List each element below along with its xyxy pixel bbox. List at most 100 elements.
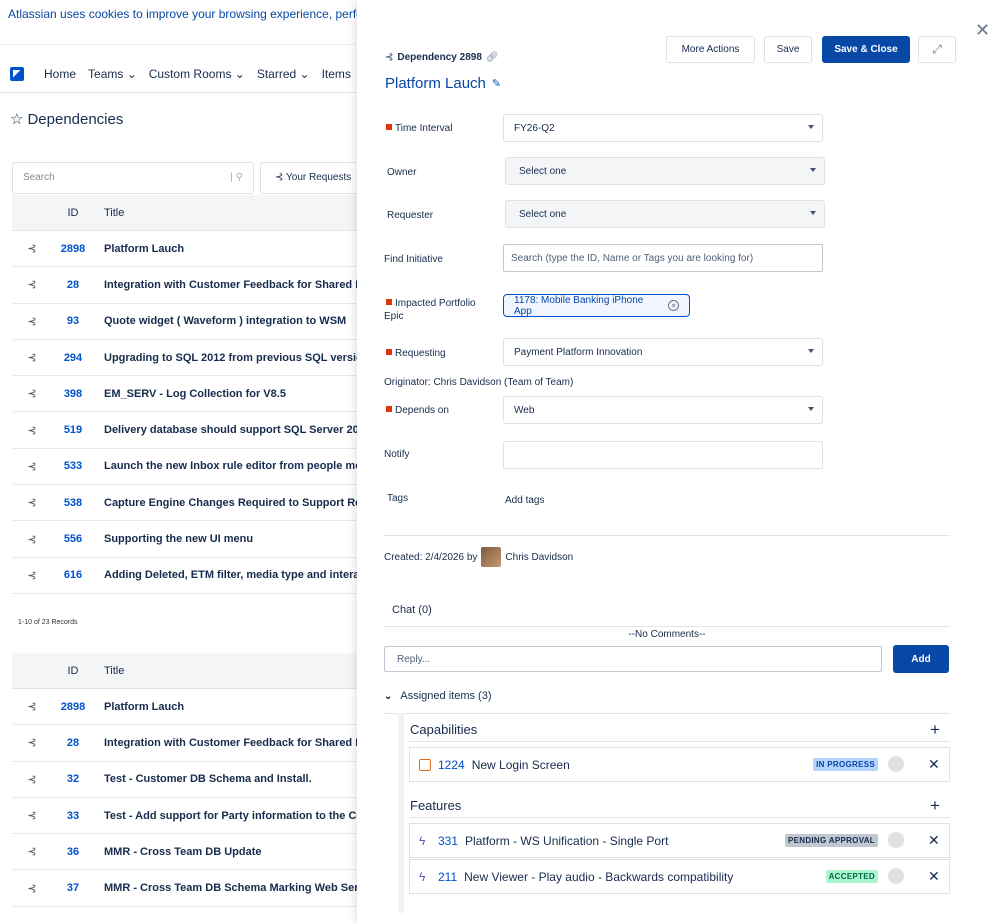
app-logo-icon[interactable] [10, 66, 24, 81]
table-row[interactable]: ⊰ 519 Delivery database should support SQL… [12, 412, 412, 449]
nav-starred[interactable]: Starred ⌄ [257, 67, 310, 81]
row-title[interactable]: Test - Customer DB Schema and Install. [94, 773, 394, 785]
table-row[interactable]: ⊰ 32 Test - Customer DB Schema and Install… [12, 762, 412, 798]
link-icon[interactable]: 🔗︎ [486, 52, 499, 63]
save-close-button[interactable]: Save & Close [822, 36, 910, 63]
row-id[interactable]: 32 [52, 773, 94, 785]
close-icon[interactable]: ✕ [975, 20, 990, 41]
table-row[interactable]: ⊰ 533 Launch the new Inbox rule editor fro… [12, 449, 412, 486]
created-user[interactable]: Chris Davidson [505, 551, 573, 564]
row-id[interactable]: 519 [52, 424, 94, 436]
row-title[interactable]: EM_SERV - Log Collection for V8.5 [94, 388, 394, 400]
owner-select[interactable]: Select one [505, 157, 825, 185]
table-row[interactable]: ⊰ 28 Integration with Customer Feedback fo… [12, 725, 412, 762]
add-feature-icon[interactable]: + [930, 797, 940, 814]
column-id-header[interactable]: ID [52, 207, 94, 219]
row-title[interactable]: Quote widget ( Waveform ) integration to… [94, 315, 394, 327]
item-id-link[interactable]: 331 [438, 834, 458, 848]
table-row[interactable]: ⊰ 2898 Platform Lauch [12, 231, 412, 268]
table-row[interactable]: ⊰ 37 MMR - Cross Team DB Schema Marking We… [12, 870, 412, 907]
nav-items[interactable]: Items [322, 67, 351, 81]
row-id[interactable]: 616 [52, 569, 94, 581]
expand-icon[interactable]: ⤢ [918, 36, 956, 63]
row-id[interactable]: 294 [52, 352, 94, 364]
table-row[interactable]: ⊰ 294 Upgrading to SQL 2012 from previous … [12, 340, 412, 377]
requester-select[interactable]: Select one [505, 200, 825, 228]
row-id[interactable]: 36 [52, 846, 94, 858]
row-title[interactable]: Integration with Customer Feedback for S… [94, 737, 394, 749]
row-title[interactable]: Platform Lauch [94, 243, 394, 255]
row-title[interactable]: Test - Add support for Party information… [94, 810, 394, 822]
row-id[interactable]: 93 [52, 315, 94, 327]
more-actions-button[interactable]: More Actions [666, 36, 755, 63]
table-row[interactable]: ⊰ 36 MMR - Cross Team DB Update [12, 834, 412, 871]
assigned-items-title: Assigned items (3) [400, 690, 492, 702]
column-title-header[interactable]: Title [94, 207, 394, 219]
impacted-epic-chip[interactable]: 1178: Mobile Banking iPhone App ✕ [503, 294, 690, 317]
row-id[interactable]: 538 [52, 497, 94, 509]
find-initiative-input[interactable]: Search (type the ID, Name or Tags you ar… [503, 244, 823, 272]
row-id[interactable]: 556 [52, 533, 94, 545]
table-row[interactable]: ⊰ 556 Supporting the new UI menu [12, 521, 412, 558]
row-id[interactable]: 37 [52, 882, 94, 894]
row-id[interactable]: 28 [52, 737, 94, 749]
item-name[interactable]: Platform - WS Unification - Single Port [465, 834, 668, 848]
row-title[interactable]: Platform Lauch [94, 701, 394, 713]
row-title[interactable]: Adding Deleted, ETM filter, media type a… [94, 569, 394, 581]
notify-input[interactable] [503, 441, 823, 469]
table-row[interactable]: ⊰ 616 Adding Deleted, ETM filter, media ty… [12, 558, 412, 594]
row-title[interactable]: MMR - Cross Team DB Update [94, 846, 394, 858]
dependency-title-text[interactable]: Platform Lauch [385, 75, 486, 92]
item-id-link[interactable]: 1224 [438, 758, 465, 772]
row-title[interactable]: Delivery database should support SQL Ser… [94, 424, 394, 436]
chat-title[interactable]: Chat (0) [392, 604, 432, 617]
add-capability-icon[interactable]: + [930, 721, 940, 738]
table-header: ID Title [12, 653, 412, 689]
add-tags-link[interactable]: Add tags [505, 494, 544, 507]
assigned-items-toggle[interactable]: ⌄ Assigned items (3) [384, 690, 491, 703]
row-id[interactable]: 28 [52, 279, 94, 291]
remove-item-icon[interactable]: ✕ [928, 756, 940, 773]
row-title[interactable]: Launch the new Inbox rule editor from pe… [94, 460, 394, 472]
item-id-link[interactable]: 211 [438, 870, 457, 884]
nav-teams[interactable]: Teams ⌄ [88, 67, 137, 81]
table-row[interactable]: ⊰ 28 Integration with Customer Feedback fo… [12, 267, 412, 304]
star-icon[interactable]: ☆ [10, 110, 23, 128]
remove-item-icon[interactable]: ✕ [928, 832, 940, 849]
search-input[interactable]: Search | ⚲ [12, 162, 254, 194]
column-title-header[interactable]: Title [94, 665, 394, 677]
row-title[interactable]: Integration with Customer Feedback for S… [94, 279, 394, 291]
reply-input[interactable]: Reply... [384, 646, 882, 672]
requesting-select[interactable]: Payment Platform Innovation [503, 338, 823, 366]
row-title[interactable]: Capture Engine Changes Required to Suppo… [94, 497, 394, 509]
add-comment-button[interactable]: Add [893, 645, 949, 673]
dependencies-table-2: ID Title ⊰ 2898 Platform Lauch ⊰ 28 Integrati… [12, 653, 412, 907]
row-id[interactable]: 2898 [52, 701, 94, 713]
search-icon[interactable]: | ⚲ [230, 172, 243, 183]
column-id-header[interactable]: ID [52, 665, 94, 677]
depends-on-select[interactable]: Web [503, 396, 823, 424]
row-id[interactable]: 33 [52, 810, 94, 822]
table-header: ID Title [12, 195, 412, 231]
table-row[interactable]: ⊰ 538 Capture Engine Changes Required to S… [12, 485, 412, 522]
table-row[interactable]: ⊰ 33 Test - Add support for Party informat… [12, 798, 412, 835]
time-interval-select[interactable]: FY26-Q2 [503, 114, 823, 142]
avatar [888, 832, 904, 848]
row-title[interactable]: Supporting the new UI menu [94, 533, 394, 545]
item-name[interactable]: New Viewer - Play audio - Backwards comp… [464, 870, 733, 884]
remove-item-icon[interactable]: ✕ [928, 868, 940, 885]
row-id[interactable]: 398 [52, 388, 94, 400]
save-button[interactable]: Save [764, 36, 812, 63]
table-row[interactable]: ⊰ 2898 Platform Lauch [12, 689, 412, 726]
table-row[interactable]: ⊰ 93 Quote widget ( Waveform ) integration… [12, 304, 412, 340]
nav-home[interactable]: Home [44, 67, 76, 81]
table-row[interactable]: ⊰ 398 EM_SERV - Log Collection for V8.5 [12, 376, 412, 413]
row-title[interactable]: Upgrading to SQL 2012 from previous SQL … [94, 352, 394, 364]
row-title[interactable]: MMR - Cross Team DB Schema Marking Web S… [94, 882, 394, 894]
row-id[interactable]: 2898 [52, 243, 94, 255]
item-name[interactable]: New Login Screen [472, 758, 570, 772]
remove-chip-icon[interactable]: ✕ [668, 300, 679, 311]
row-id[interactable]: 533 [52, 460, 94, 472]
nav-custom-rooms[interactable]: Custom Rooms ⌄ [149, 67, 245, 81]
edit-pencil-icon[interactable]: ✎ [492, 77, 501, 90]
